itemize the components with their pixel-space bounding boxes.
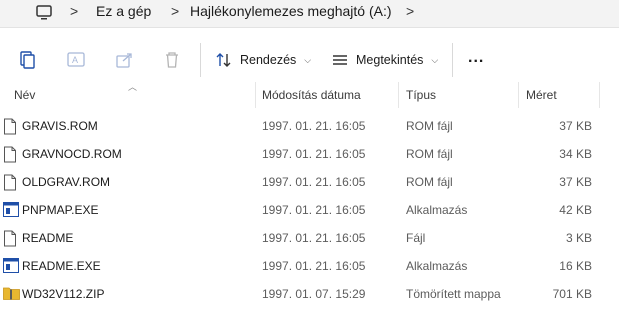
more-button[interactable]: ...	[468, 46, 484, 70]
file-row[interactable]: README 1997. 01. 21. 16:05 Fájl 3 KB	[0, 224, 619, 252]
file-size: 701 KB	[552, 287, 592, 301]
file-size: 37 KB	[559, 119, 592, 133]
this-pc-icon[interactable]	[36, 4, 52, 22]
chevron-down-icon: ⌵	[431, 54, 439, 65]
column-divider[interactable]	[599, 82, 600, 108]
view-button[interactable]: Megtekintés ⌵	[331, 48, 438, 72]
file-date: 1997. 01. 21. 16:05	[262, 259, 366, 273]
breadcrumb-separator-icon[interactable]: >	[70, 3, 78, 19]
sort-ascending-icon: ︿	[128, 82, 138, 92]
file-size: 34 KB	[559, 147, 592, 161]
file-type: Fájl	[406, 231, 426, 245]
breadcrumb-separator-icon[interactable]: >	[406, 3, 414, 19]
file-name: README.EXE	[22, 259, 101, 273]
application-icon	[3, 202, 19, 220]
column-divider[interactable]	[255, 82, 256, 108]
file-name: GRAVNOCD.ROM	[22, 147, 122, 161]
file-name: GRAVIS.ROM	[22, 119, 98, 133]
copy-icon	[20, 51, 35, 69]
file-date: 1997. 01. 21. 16:05	[262, 147, 366, 161]
file-date: 1997. 01. 21. 16:05	[262, 203, 366, 217]
breadcrumb-floppy-drive[interactable]: Hajlékonylemezes meghajtó (A:)	[190, 3, 392, 19]
chevron-down-icon: ⌵	[304, 54, 312, 65]
sort-button[interactable]: Rendezés ⌵	[215, 48, 311, 72]
view-label: Megtekintés	[356, 53, 424, 67]
rename-icon: A	[67, 52, 85, 67]
document-icon	[3, 146, 17, 166]
column-divider[interactable]	[398, 82, 399, 108]
document-icon	[3, 118, 17, 138]
file-date: 1997. 01. 21. 16:05	[262, 231, 366, 245]
document-icon	[3, 174, 17, 194]
view-icon	[333, 55, 347, 65]
delete-button[interactable]	[163, 48, 181, 72]
file-date: 1997. 01. 21. 16:05	[262, 175, 366, 189]
rename-button[interactable]: A	[66, 48, 86, 72]
toolbar-divider	[200, 43, 201, 77]
file-row[interactable]: WD32V112.ZIP 1997. 01. 07. 15:29 Tömörítet…	[0, 280, 619, 308]
file-row[interactable]: OLDGRAV.ROM 1997. 01. 21. 16:05 ROM fájl 37…	[0, 168, 619, 196]
file-row[interactable]: README.EXE 1997. 01. 21. 16:05 Alkalmazás 1…	[0, 252, 619, 280]
file-name: OLDGRAV.ROM	[22, 175, 111, 189]
sort-icon	[216, 53, 231, 67]
file-name: WD32V112.ZIP	[22, 287, 105, 301]
more-options-icon: ...	[468, 49, 485, 66]
sort-label: Rendezés	[240, 53, 297, 67]
column-header-type[interactable]: Típus	[406, 88, 436, 102]
file-type: Alkalmazás	[406, 259, 468, 273]
breadcrumb-this-pc[interactable]: Ez a gép	[96, 3, 151, 19]
file-row[interactable]: GRAVIS.ROM 1997. 01. 21. 16:05 ROM fájl 37 …	[0, 112, 619, 140]
address-bar[interactable]: > Ez a gép > Hajlékonylemezes meghajtó (…	[0, 0, 619, 28]
column-header-name[interactable]: Név	[14, 88, 35, 102]
document-icon	[3, 230, 17, 250]
svg-text:A: A	[72, 55, 78, 65]
file-row[interactable]: GRAVNOCD.ROM 1997. 01. 21. 16:05 ROM fájl 3…	[0, 140, 619, 168]
file-type: ROM fájl	[406, 175, 453, 189]
file-size: 37 KB	[559, 175, 592, 189]
share-icon	[116, 53, 132, 68]
column-header: ︿ Név Módosítás dátuma Típus Méret	[0, 82, 619, 108]
file-type: ROM fájl	[406, 119, 453, 133]
file-type: Alkalmazás	[406, 203, 468, 217]
share-button[interactable]	[115, 48, 135, 72]
zip-folder-icon	[3, 286, 20, 303]
file-size: 3 KB	[565, 231, 592, 245]
file-type: ROM fájl	[406, 147, 453, 161]
column-header-size[interactable]: Méret	[526, 88, 557, 102]
file-row[interactable]: PNPMAP.EXE 1997. 01. 21. 16:05 Alkalmazás 4…	[0, 196, 619, 224]
application-icon	[3, 258, 19, 276]
copy-button[interactable]	[18, 48, 36, 72]
trash-icon	[166, 52, 178, 68]
toolbar-divider	[452, 43, 453, 77]
file-name: README	[22, 231, 74, 245]
file-size: 42 KB	[559, 203, 592, 217]
column-header-date[interactable]: Módosítás dátuma	[262, 88, 361, 102]
file-type: Tömörített mappa	[406, 287, 501, 301]
file-name: PNPMAP.EXE	[22, 203, 99, 217]
file-date: 1997. 01. 21. 16:05	[262, 119, 366, 133]
file-date: 1997. 01. 07. 15:29	[262, 287, 366, 301]
breadcrumb-separator-icon[interactable]: >	[171, 3, 179, 19]
column-divider[interactable]	[518, 82, 519, 108]
file-size: 16 KB	[559, 259, 592, 273]
